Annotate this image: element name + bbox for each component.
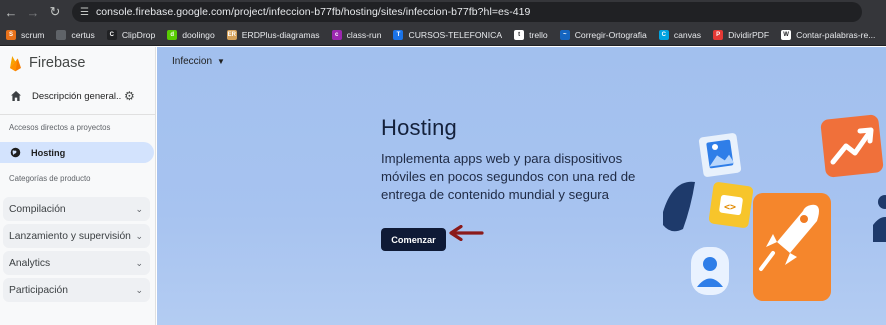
pdf-icon: P	[713, 29, 724, 40]
category-lanzamiento[interactable]: Lanzamiento y supervisión ⌄	[3, 224, 150, 248]
url-text[interactable]: console.firebase.google.com/project/infe…	[96, 6, 530, 18]
project-overview[interactable]: Descripción general... ⚙	[0, 85, 156, 107]
chevron-down-icon: ⌄	[135, 203, 143, 214]
trello-icon: t	[514, 29, 525, 40]
firebase-logo-icon	[10, 55, 21, 71]
bookmark-item[interactable]: t trello	[514, 29, 548, 40]
bookmark-item[interactable]: c class-run	[331, 29, 382, 40]
hosting-illustration: <>	[663, 114, 886, 301]
erdplus-icon: ER	[226, 29, 237, 40]
bookmark-item[interactable]: certus	[56, 29, 95, 40]
canva-icon: C	[658, 29, 669, 40]
bookmark-item[interactable]: d doolingo	[167, 29, 215, 40]
bookmark-item[interactable]: Sscrum	[6, 29, 45, 40]
firebase-brand[interactable]: Firebase	[0, 47, 155, 79]
bookmark-item[interactable]: Ccanvas	[658, 29, 702, 40]
bookmark-item[interactable]: W Contar-palabras-re...	[781, 29, 876, 40]
category-analytics[interactable]: Analytics ⌄	[3, 251, 150, 275]
page-title: Hosting	[381, 115, 457, 140]
main-content: Infeccion ▼ Hosting Implementa apps web …	[157, 47, 886, 325]
sidebar: Firebase Descripción general... ⚙ Acceso…	[0, 47, 156, 325]
address-bar[interactable]: ☰ console.firebase.google.com/project/in…	[72, 2, 862, 22]
rocket-icon	[753, 193, 831, 301]
get-started-button[interactable]: Comenzar	[381, 228, 446, 251]
ortografia-icon: ~	[559, 29, 570, 40]
bookmark-item[interactable]: P DividirPDF	[713, 29, 770, 40]
bookmarks-bar: Sscrum certus C ClipDrop d doolingo ER ERDPlus-…	[0, 24, 886, 46]
bookmark-label: certus	[71, 29, 95, 40]
shortcuts-heading: Accesos directos a proyectos	[9, 123, 111, 132]
bookmark-item[interactable]: C ClipDrop	[106, 29, 156, 40]
user-card-icon	[691, 247, 729, 295]
person-silhouette-shape	[873, 195, 886, 242]
bookmark-label: Contar-palabras-re...	[796, 29, 876, 40]
bookmark-item[interactable]: T CURSOS-TELEFONICA	[393, 29, 503, 40]
hosting-label: Hosting	[31, 147, 66, 158]
trending-chart-icon	[820, 114, 884, 178]
bookmark-item[interactable]: ~ Corregir-Ortografia	[559, 29, 647, 40]
pointer-arrow-icon	[449, 225, 484, 241]
brand-name: Firebase	[29, 55, 86, 71]
wordcounter-icon: W	[781, 29, 792, 40]
chevron-down-icon: ⌄	[135, 284, 143, 295]
bookmark-label: CURSOS-TELEFONICA	[408, 29, 503, 40]
page-description: Implementa apps web y para dispositivos …	[381, 151, 636, 202]
bookmark-label: ERDPlus-diagramas	[241, 29, 320, 40]
image-card-icon	[698, 133, 742, 177]
back-icon[interactable]: ←	[0, 0, 22, 24]
classrun-icon: c	[331, 29, 342, 40]
chevron-down-icon: ⌄	[135, 257, 143, 268]
folder-icon	[56, 29, 67, 40]
category-participacion[interactable]: Participación ⌄	[3, 278, 150, 302]
category-label: Participación	[9, 284, 68, 296]
sidebar-item-hosting[interactable]: Hosting	[0, 142, 154, 163]
reload-icon[interactable]: ↻	[44, 0, 66, 24]
overview-label: Descripción general...	[32, 90, 122, 102]
category-compilacion[interactable]: Compilación ⌄	[3, 197, 150, 221]
project-selector[interactable]: Infeccion ▼	[172, 56, 225, 67]
home-icon	[11, 91, 21, 101]
code-card-icon: <>	[708, 182, 754, 228]
bookmark-label: Corregir-Ortografia	[574, 29, 647, 40]
scrum-icon: S	[6, 29, 16, 40]
bookmark-label: scrum	[21, 29, 45, 40]
duolingo-icon: d	[167, 29, 178, 40]
site-info-icon[interactable]: ☰	[80, 7, 89, 18]
categories-heading: Categorías de producto	[9, 174, 91, 183]
dark-wedge-shape	[663, 181, 695, 232]
clipdrop-icon: C	[106, 29, 117, 40]
globe-icon	[10, 147, 21, 158]
svg-text:<>: <>	[724, 202, 736, 213]
caret-down-icon: ▼	[217, 56, 225, 66]
settings-gear-icon[interactable]: ⚙	[124, 89, 135, 103]
project-name: Infeccion	[172, 55, 213, 67]
chevron-down-icon: ⌄	[135, 230, 143, 241]
bookmark-label: trello	[529, 29, 548, 40]
forward-icon[interactable]: →	[22, 0, 44, 24]
bookmark-label: DividirPDF	[728, 29, 770, 40]
telefonica-icon: T	[393, 29, 404, 40]
category-label: Lanzamiento y supervisión	[9, 230, 131, 242]
project-bar: Infeccion ▼	[157, 47, 886, 75]
bookmark-label: class-run	[346, 29, 382, 40]
category-label: Analytics	[9, 257, 51, 269]
bookmark-label: doolingo	[182, 29, 215, 40]
bookmark-item[interactable]: ER ERDPlus-diagramas	[226, 29, 320, 40]
bookmark-label: canvas	[673, 29, 702, 40]
divider	[0, 114, 156, 115]
category-label: Compilación	[9, 203, 66, 215]
browser-toolbar: ← → ↻ ☰ console.firebase.google.com/proj…	[0, 0, 886, 24]
bookmark-label: ClipDrop	[121, 29, 156, 40]
